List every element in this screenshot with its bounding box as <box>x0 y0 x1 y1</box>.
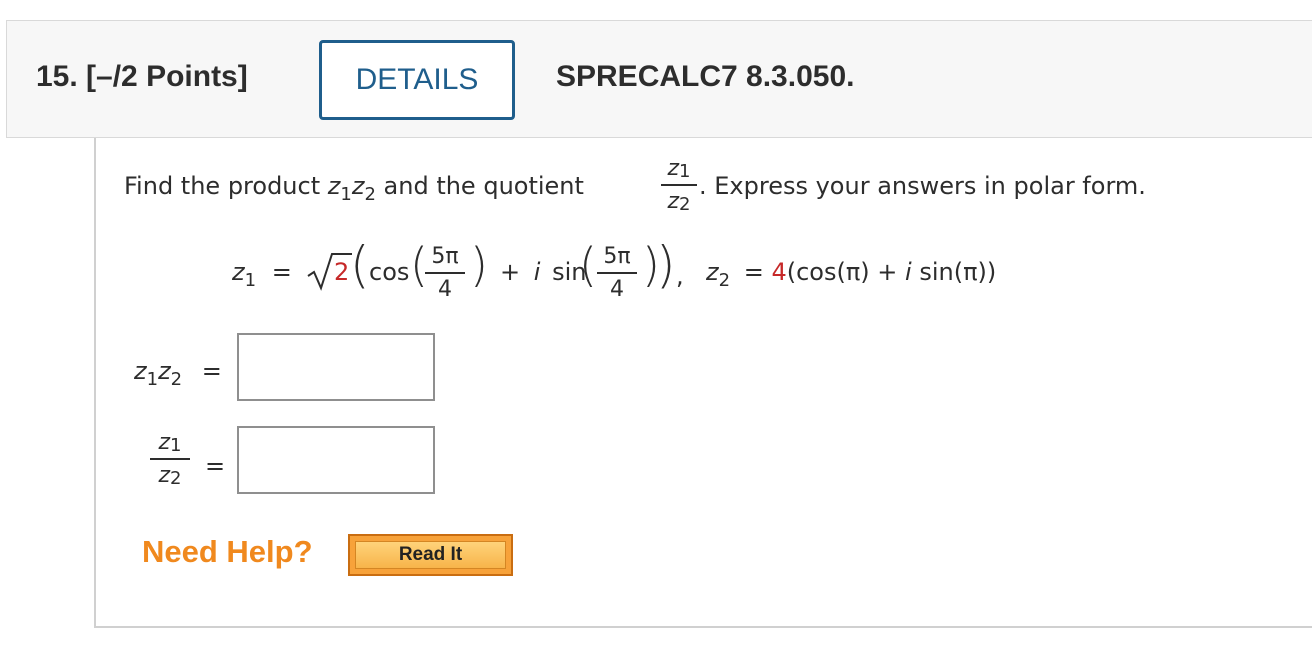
open-paren-sin: ( <box>579 238 597 292</box>
question-code: SPRECALC7 8.3.050. <box>556 60 855 93</box>
prompt-part3: . Express your answers in polar form. <box>699 172 1146 200</box>
quotient-answer-input[interactable] <box>237 426 435 494</box>
z1-modulus: 2 <box>334 258 350 286</box>
comma: , <box>676 262 684 290</box>
z2-modulus: 4 <box>771 258 787 286</box>
cos-arg-fraction: 5π 4 <box>425 244 465 302</box>
prompt-text: Find the product z1z2 and the quotient <box>124 172 584 205</box>
z2-definition: z2 = 4(cos(π) + i sin(π)) <box>706 258 997 291</box>
product-symbol: z1z2 <box>327 172 376 205</box>
quotient-label: z1 z2 <box>150 430 190 489</box>
plus-i-sin: + i sin <box>500 258 587 286</box>
open-paren-big: ( <box>350 236 370 294</box>
prompt-part1: Find the product <box>124 172 328 200</box>
need-help-label: Need Help? <box>142 534 313 569</box>
quotient-equals: = <box>205 452 226 480</box>
details-button[interactable]: DETAILS <box>319 40 515 120</box>
cos-label: cos <box>369 258 410 286</box>
product-label: z1z2 = <box>134 357 222 390</box>
prompt-part2: and the quotient <box>383 172 584 200</box>
sin-arg-fraction: 5π 4 <box>597 244 637 302</box>
question-number: 15. [–/2 Points] <box>36 60 248 93</box>
read-it-label: Read It <box>355 541 506 569</box>
close-paren-big: ) <box>656 236 676 294</box>
close-paren-cos: ) <box>470 238 488 292</box>
read-it-button[interactable]: Read It <box>348 534 513 576</box>
quotient-symbol: z1 z2 <box>661 156 697 215</box>
z1-label: z1 = <box>232 258 292 291</box>
product-answer-input[interactable] <box>237 333 435 401</box>
